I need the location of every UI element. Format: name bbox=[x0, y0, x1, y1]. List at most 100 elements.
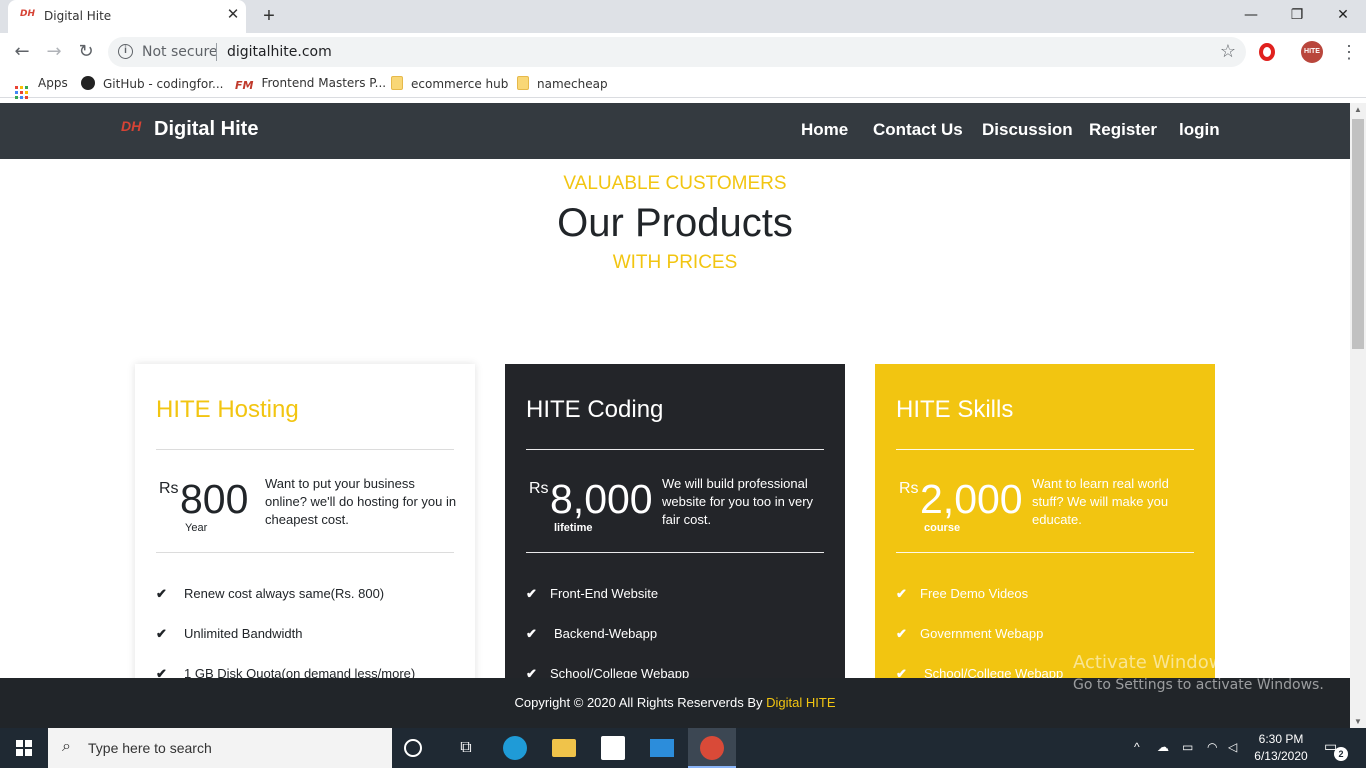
check-icon: ✔ bbox=[896, 626, 907, 641]
minimize-button[interactable]: — bbox=[1228, 0, 1274, 30]
cortana-icon[interactable] bbox=[404, 739, 422, 757]
omnibox-divider bbox=[216, 43, 217, 61]
feature-item: ✔ Free Demo Videos bbox=[896, 586, 1028, 602]
new-tab-button[interactable]: + bbox=[258, 5, 280, 27]
back-button[interactable]: ← bbox=[10, 40, 34, 64]
footer-copyright-text: Copyright © 2020 All Rights Reserverds B… bbox=[514, 695, 767, 710]
browser-tab-strip: DH Digital Hite ✕ + — ❐ ✕ bbox=[0, 0, 1366, 33]
logo-icon[interactable]: DH bbox=[121, 118, 141, 134]
bookmark-apps[interactable]: Apps bbox=[15, 76, 68, 99]
price-period: lifetime bbox=[554, 522, 593, 534]
bookmark-label: ecommerce hub bbox=[411, 77, 509, 91]
forward-button[interactable]: → bbox=[42, 40, 66, 64]
mail-icon[interactable] bbox=[650, 739, 674, 757]
card-title: HITE Hosting bbox=[156, 396, 299, 423]
check-icon: ✔ bbox=[896, 586, 907, 601]
tray-weather-icon[interactable]: ☁ bbox=[1157, 740, 1169, 754]
scroll-up-arrow-icon[interactable]: ▲ bbox=[1354, 105, 1362, 114]
price-period: Year bbox=[185, 522, 208, 534]
opera-extension-icon[interactable] bbox=[1259, 43, 1275, 61]
windows-start-icon[interactable] bbox=[16, 740, 32, 756]
taskbar-clock[interactable]: 6:30 PM 6/13/2020 bbox=[1253, 731, 1309, 765]
security-indicator[interactable]: Not secure bbox=[142, 44, 218, 60]
apps-grid-icon bbox=[15, 86, 28, 99]
card-divider bbox=[526, 552, 824, 553]
section-subtitle: WITH PRICES bbox=[612, 252, 738, 273]
window-close-button[interactable]: ✕ bbox=[1320, 0, 1366, 30]
github-icon bbox=[81, 76, 95, 90]
address-bar[interactable]: i Not secure digitalhite.com ☆ bbox=[108, 37, 1246, 67]
file-explorer-icon[interactable] bbox=[552, 739, 576, 757]
check-icon: ✔ bbox=[156, 626, 167, 641]
edge-icon[interactable] bbox=[503, 736, 527, 760]
browser-tab[interactable]: DH Digital Hite ✕ bbox=[8, 0, 246, 33]
price-currency: Rs bbox=[159, 480, 179, 497]
activation-watermark-title: Activate Windows bbox=[1073, 652, 1233, 673]
chrome-icon[interactable] bbox=[700, 736, 724, 760]
browser-toolbar: ← → ↻ i Not secure digitalhite.com ☆ HIT… bbox=[0, 33, 1366, 71]
nav-register[interactable]: Register bbox=[1089, 120, 1157, 140]
nav-contact-us[interactable]: Contact Us bbox=[873, 120, 963, 140]
scroll-thumb[interactable] bbox=[1352, 119, 1364, 349]
feature-label: Front-End Website bbox=[550, 586, 659, 601]
check-icon: ✔ bbox=[526, 626, 537, 641]
browser-menu-icon[interactable]: ⋮ bbox=[1340, 41, 1358, 63]
nav-discussion[interactable]: Discussion bbox=[982, 120, 1073, 140]
wifi-icon[interactable]: ◠ bbox=[1207, 740, 1217, 754]
taskbar-search-input[interactable]: ⌕ Type here to search bbox=[48, 728, 392, 768]
search-icon: ⌕ bbox=[62, 738, 71, 755]
battery-icon[interactable]: ▭ bbox=[1182, 740, 1193, 754]
pricing-card-coding: HITE Coding Rs 8,000 lifetime We will bu… bbox=[505, 364, 845, 694]
web-page: DH Digital Hite Home Contact Us Discussi… bbox=[0, 103, 1350, 728]
notification-count-badge: 2 bbox=[1334, 747, 1348, 761]
pricing-card-skills: HITE Skills Rs 2,000 course Want to lear… bbox=[875, 364, 1215, 694]
clock-time: 6:30 PM bbox=[1258, 732, 1304, 746]
frontend-masters-icon: FM bbox=[235, 79, 254, 92]
bookmark-label: GitHub - codingfor... bbox=[103, 77, 224, 91]
card-divider bbox=[526, 449, 824, 450]
feature-label: Government Webapp bbox=[920, 626, 1044, 641]
feature-label: Free Demo Videos bbox=[920, 586, 1029, 601]
bookmark-namecheap[interactable]: namecheap bbox=[517, 76, 608, 91]
page-scrollbar[interactable]: ▲ ▼ bbox=[1350, 103, 1366, 728]
check-icon: ✔ bbox=[156, 586, 167, 601]
footer-brand-link[interactable]: Digital HITE bbox=[766, 695, 835, 710]
section-eyebrow: VALUABLE CUSTOMERS bbox=[563, 173, 787, 194]
feature-label: Renew cost always same(Rs. 800) bbox=[184, 586, 385, 601]
tab-close-icon[interactable]: ✕ bbox=[224, 6, 242, 24]
reload-button[interactable]: ↻ bbox=[74, 40, 98, 64]
site-navbar: DH Digital Hite Home Contact Us Discussi… bbox=[0, 103, 1350, 159]
profile-avatar[interactable]: HITE bbox=[1301, 41, 1323, 63]
restore-button[interactable]: ❐ bbox=[1274, 0, 1320, 30]
feature-item: ✔ Front-End Website bbox=[526, 586, 658, 602]
nav-login[interactable]: login bbox=[1179, 120, 1220, 140]
bookmark-ecommerce-hub[interactable]: ecommerce hub bbox=[391, 76, 508, 91]
brand-name[interactable]: Digital Hite bbox=[154, 118, 258, 141]
card-title: HITE Skills bbox=[896, 396, 1014, 423]
price-period: course bbox=[924, 522, 961, 534]
clock-date: 6/13/2020 bbox=[1254, 749, 1308, 763]
bookmark-label: Apps bbox=[38, 76, 68, 90]
volume-icon[interactable]: ◁ bbox=[1228, 740, 1237, 754]
feature-item: ✔ Unlimited Bandwidth bbox=[156, 626, 303, 642]
tab-favicon-icon: DH bbox=[20, 9, 36, 19]
bookmark-star-icon[interactable]: ☆ bbox=[1220, 41, 1236, 62]
footer-copyright: Copyright © 2020 All Rights Reserverds B… bbox=[0, 695, 1350, 710]
feature-label: Backend-Webapp bbox=[554, 626, 658, 641]
bookmarks-bar: Apps GitHub - codingfor... FM Frontend Ma… bbox=[0, 71, 1366, 99]
task-view-icon[interactable]: ⧉ bbox=[454, 736, 478, 760]
bookmark-github[interactable]: GitHub - codingfor... bbox=[81, 76, 224, 91]
price-amount: 2,000 bbox=[920, 476, 1023, 522]
url-text[interactable]: digitalhite.com bbox=[227, 44, 332, 60]
folder-icon bbox=[391, 76, 403, 90]
tray-chevron-icon[interactable]: ^ bbox=[1134, 740, 1140, 754]
card-divider bbox=[896, 449, 1194, 450]
scroll-down-arrow-icon[interactable]: ▼ bbox=[1354, 717, 1362, 726]
card-description: Want to learn real world stuff? We will … bbox=[1032, 476, 1169, 527]
card-description: Want to put your business online? we'll … bbox=[265, 476, 457, 527]
nav-home[interactable]: Home bbox=[801, 120, 848, 140]
store-icon[interactable] bbox=[601, 736, 625, 760]
bookmark-frontend-masters[interactable]: FM Frontend Masters P... bbox=[235, 76, 386, 92]
info-icon[interactable]: i bbox=[118, 44, 133, 59]
folder-icon bbox=[517, 76, 529, 90]
